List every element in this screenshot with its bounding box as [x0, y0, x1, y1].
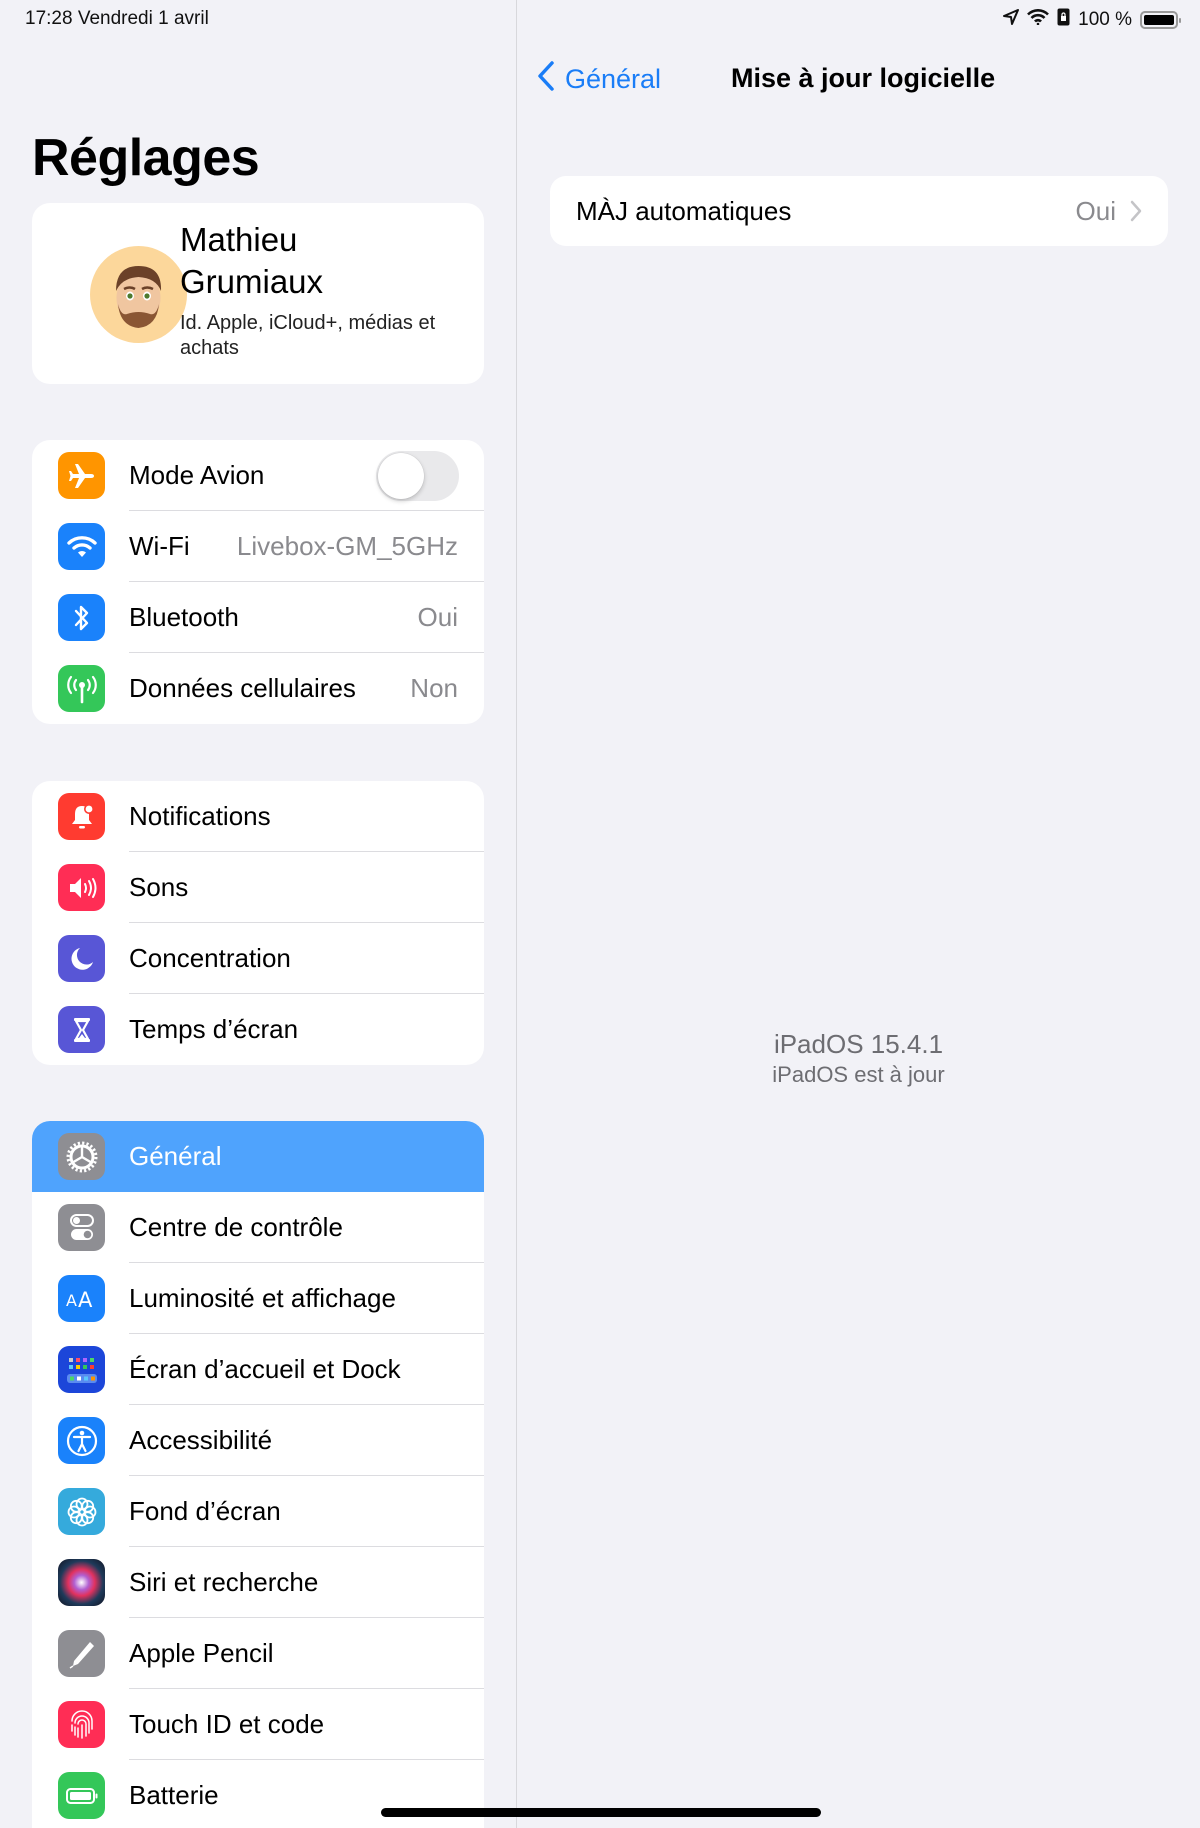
antenna-icon: [58, 665, 105, 712]
notification-bell-icon: [58, 793, 105, 840]
orientation-lock-icon: [1057, 8, 1070, 32]
chevron-right-icon: [1130, 200, 1142, 227]
wifi-network-value: Livebox-GM_5GHz: [236, 531, 458, 561]
pencil-icon: [58, 1630, 105, 1677]
profile-name: Mathieu Grumiaux: [180, 221, 324, 300]
svg-text:A: A: [66, 1291, 77, 1310]
sidebar-item-siri[interactable]: Siri et recherche: [32, 1547, 484, 1618]
hourglass-icon: [58, 1006, 105, 1053]
sidebar-item-sons[interactable]: Sons: [32, 852, 484, 923]
os-status: iPadOS est à jour: [772, 1062, 945, 1087]
sidebar-item-label: Centre de contrôle: [129, 1212, 343, 1242]
sidebar-item-battery[interactable]: Batterie: [32, 1760, 484, 1828]
sidebar-item-bluetooth[interactable]: Bluetooth Oui: [32, 582, 484, 653]
sidebar-item-label: Siri et recherche: [129, 1567, 319, 1597]
sidebar-item-mode-avion[interactable]: Mode Avion: [32, 440, 484, 511]
sidebar-item-wallpaper[interactable]: Fond d’écran: [32, 1476, 484, 1547]
bluetooth-value: Oui: [417, 602, 458, 632]
flower-icon: [58, 1488, 105, 1535]
page-title: Mise à jour logicielle: [731, 63, 996, 93]
sidebar-item-label: Batterie: [129, 1780, 219, 1810]
location-arrow-icon: [1003, 9, 1020, 31]
sidebar-item-display[interactable]: AA Luminosité et affichage: [32, 1263, 484, 1334]
sidebar-item-accessibility[interactable]: Accessibilité: [32, 1405, 484, 1476]
sidebar-item-label: Fond d’écran: [129, 1496, 281, 1526]
home-indicator[interactable]: [381, 1808, 821, 1817]
sidebar-item-general[interactable]: Général: [32, 1121, 484, 1192]
back-button-label: Général: [565, 64, 662, 94]
avatar: [90, 246, 187, 343]
sidebar-item-label: Général: [129, 1141, 222, 1171]
airplane-mode-toggle[interactable]: [376, 451, 459, 501]
auto-update-row[interactable]: MÀJ automatiques Oui: [550, 176, 1168, 246]
sidebar-item-touch-id[interactable]: Touch ID et code: [32, 1689, 484, 1760]
profile-subtitle: Id. Apple, iCloud+, médias et achats: [180, 312, 436, 359]
battery-icon: [58, 1772, 105, 1819]
airplane-icon: [58, 452, 105, 499]
wifi-icon: [58, 523, 105, 570]
accessibility-icon: [58, 1417, 105, 1464]
back-button[interactable]: Général: [537, 60, 661, 99]
sidebar-item-label: Wi-Fi: [129, 531, 190, 561]
notifications-group: Notifications Sons Concentration Temps d…: [32, 781, 484, 1065]
sidebar-item-label: Notifications: [129, 801, 271, 831]
sidebar-item-label: Sons: [129, 872, 189, 902]
fingerprint-icon: [58, 1701, 105, 1748]
status-bar-right: 100 %: [1003, 8, 1181, 32]
sidebar-item-notifications[interactable]: Notifications: [32, 781, 484, 852]
sidebar-item-label: Mode Avion: [129, 460, 265, 490]
sidebar-item-label: Bluetooth: [129, 602, 239, 632]
sidebar-item-label: Données cellulaires: [129, 673, 356, 703]
sidebar-item-label: Temps d’écran: [129, 1014, 299, 1044]
os-version: iPadOS 15.4.1: [773, 1029, 944, 1059]
auto-update-label: MÀJ automatiques: [576, 196, 792, 226]
general-group: Général Centre de contrôle AA Luminosité…: [32, 1121, 484, 1828]
sidebar-item-wifi[interactable]: Wi-Fi Livebox-GM_5GHz: [32, 511, 484, 582]
sidebar-item-concentration[interactable]: Concentration: [32, 923, 484, 994]
sidebar-item-home-screen[interactable]: Écran d’accueil et Dock: [32, 1334, 484, 1405]
sidebar-item-label: Luminosité et affichage: [129, 1283, 396, 1313]
auto-update-value: Oui: [1075, 196, 1116, 226]
sidebar-item-label: Touch ID et code: [129, 1709, 325, 1739]
toggle-knob: [378, 453, 424, 499]
siri-icon: [58, 1559, 105, 1606]
battery-percent: 100 %: [1078, 9, 1132, 30]
sidebar-item-label: Écran d’accueil et Dock: [129, 1354, 401, 1384]
switches-icon: [58, 1204, 105, 1251]
chevron-left-icon: [537, 60, 555, 99]
svg-text:A: A: [78, 1288, 93, 1311]
bluetooth-icon: [58, 594, 105, 641]
sidebar-item-label: Apple Pencil: [129, 1638, 274, 1668]
sidebar-item-cellular[interactable]: Données cellulaires Non: [32, 653, 484, 724]
connectivity-group: Mode Avion Wi-Fi Livebox-GM_5GHz Bluetoo…: [32, 440, 484, 724]
sidebar-item-label: Accessibilité: [129, 1425, 273, 1455]
battery-icon: [1140, 11, 1181, 29]
gear-icon: [58, 1133, 105, 1180]
speaker-icon: [58, 864, 105, 911]
split-view-divider: [516, 0, 517, 1828]
sidebar-item-control-center[interactable]: Centre de contrôle: [32, 1192, 484, 1263]
settings-sidebar: Réglages Mathieu Grumiaux Id. Apple, iCl…: [0, 0, 516, 1828]
apple-id-profile-card[interactable]: Mathieu Grumiaux Id. Apple, iCloud+, méd…: [32, 203, 484, 384]
sidebar-title: Réglages: [32, 129, 260, 187]
text-size-icon: AA: [58, 1275, 105, 1322]
sidebar-item-label: Concentration: [129, 943, 291, 973]
moon-icon: [58, 935, 105, 982]
cellular-value: Non: [410, 673, 458, 703]
wifi-icon: [1027, 9, 1050, 31]
sidebar-item-screen-time[interactable]: Temps d’écran: [32, 994, 484, 1065]
home-screen-grid-icon: [58, 1346, 105, 1393]
sidebar-item-apple-pencil[interactable]: Apple Pencil: [32, 1618, 484, 1689]
